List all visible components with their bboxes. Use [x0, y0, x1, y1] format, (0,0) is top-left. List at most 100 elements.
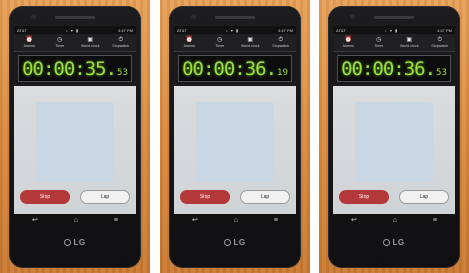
front-camera — [31, 14, 36, 19]
tab-label: Stopwatch — [272, 44, 290, 48]
phone-body: AT&T ♪ ▾ ▮ 4:47 PM ⏰ Alarms ◷ Timer ▣ World… — [169, 6, 301, 268]
earpiece-speaker — [55, 16, 95, 19]
lap-button[interactable]: Lap — [240, 190, 290, 204]
clock-label: 4:47 PM — [118, 27, 133, 33]
tab-timer[interactable]: ◷ Timer — [364, 34, 395, 51]
front-camera — [191, 14, 196, 19]
menu-icon[interactable]: ≡ — [433, 217, 437, 224]
status-bar: AT&T ♪ ▾ ▮ 4:47 PM — [174, 26, 296, 34]
lg-logo-icon — [224, 239, 232, 246]
control-buttons: Stop Lap — [180, 190, 290, 204]
clock-label: 4:47 PM — [437, 27, 452, 33]
stopwatch-body: Stop Lap ↩ ⌂ ≡ — [14, 86, 136, 226]
elapsed-time: 00:00:35. — [22, 58, 117, 80]
tab-alarms[interactable]: ⏰ Alarms — [333, 34, 364, 51]
earpiece-speaker — [215, 16, 255, 19]
back-icon[interactable]: ↩ — [192, 216, 198, 224]
tab-label: Stopwatch — [112, 44, 130, 48]
stop-button[interactable]: Stop — [180, 190, 230, 204]
timer-icon: ◷ — [57, 37, 63, 43]
world-clock-icon: ▣ — [406, 37, 413, 43]
tab-label: World clock — [399, 44, 419, 48]
stop-button[interactable]: Stop — [20, 190, 70, 204]
lap-button[interactable]: Lap — [399, 190, 449, 204]
menu-icon[interactable]: ≡ — [114, 217, 118, 224]
tab-world-clock[interactable]: ▣ World clock — [394, 34, 425, 51]
stopwatch-body: Stop Lap ↩ ⌂ ≡ — [174, 86, 296, 226]
phone-screen: AT&T ♪ ▾ ▮ 4:47 PM ⏰ Alarms ◷ Timer ▣ World… — [174, 26, 296, 226]
tab-label: World clock — [240, 44, 260, 48]
clock-label: 4:47 PM — [278, 27, 293, 33]
tab-label: Alarms — [342, 44, 354, 48]
brand-logo: LG — [328, 238, 460, 247]
status-bar: AT&T ♪ ▾ ▮ 4:47 PM — [14, 26, 136, 34]
status-bar: AT&T ♪ ▾ ▮ 4:47 PM — [333, 26, 455, 34]
tab-label: Alarms — [23, 44, 35, 48]
home-icon[interactable]: ⌂ — [74, 217, 78, 224]
back-icon[interactable]: ↩ — [351, 216, 357, 224]
phone-screen: AT&T ♪ ▾ ▮ 4:47 PM ⏰ Alarms ◷ Timer ▣ World… — [333, 26, 455, 226]
tab-timer[interactable]: ◷ Timer — [205, 34, 236, 51]
tab-label: Timer — [55, 44, 65, 48]
tab-stopwatch[interactable]: ⏱ Stopwatch — [425, 34, 456, 51]
carrier-label: AT&T — [17, 27, 27, 33]
alarm-icon: ⏰ — [185, 37, 193, 43]
elapsed-hundredths: 53 — [436, 68, 447, 78]
tab-stopwatch[interactable]: ⏱ Stopwatch — [106, 34, 137, 51]
elapsed-time: 00:00:36. — [341, 58, 436, 80]
brand-label: LG — [233, 238, 246, 247]
phone-screen: AT&T ♪ ▾ ▮ 4:47 PM ⏰ Alarms ◷ Timer ▣ World… — [14, 26, 136, 226]
home-icon[interactable]: ⌂ — [393, 217, 397, 224]
tab-label: Alarms — [183, 44, 195, 48]
brand-label: LG — [73, 238, 86, 247]
stopwatch-icon: ⏱ — [118, 37, 124, 43]
alarm-icon: ⏰ — [344, 37, 352, 43]
stopwatch-display: 00:00:36. 19 — [178, 55, 292, 82]
tab-timer[interactable]: ◷ Timer — [45, 34, 76, 51]
tab-stopwatch[interactable]: ⏱ Stopwatch — [266, 34, 297, 51]
lap-list-area — [196, 102, 274, 182]
menu-icon[interactable]: ≡ — [274, 217, 278, 224]
back-icon[interactable]: ↩ — [32, 216, 38, 224]
phone-body: AT&T ♪ ▾ ▮ 4:47 PM ⏰ Alarms ◷ Timer ▣ World… — [9, 6, 141, 268]
carrier-label: AT&T — [177, 27, 187, 33]
world-clock-icon: ▣ — [247, 37, 254, 43]
photo-1: AT&T ♪ ▾ ▮ 4:47 PM ⏰ Alarms ◷ Timer ▣ World… — [0, 0, 150, 273]
stopwatch-icon: ⏱ — [278, 37, 284, 43]
lg-logo-icon — [383, 239, 391, 246]
stopwatch-body: Stop Lap ↩ ⌂ ≡ — [333, 86, 455, 226]
elapsed-hundredths: 19 — [277, 68, 288, 78]
tab-alarms[interactable]: ⏰ Alarms — [14, 34, 45, 51]
home-icon[interactable]: ⌂ — [234, 217, 238, 224]
status-icons: ♪ ▾ ▮ — [225, 27, 240, 33]
nav-bar: ↩ ⌂ ≡ — [333, 214, 455, 226]
tab-alarms[interactable]: ⏰ Alarms — [174, 34, 205, 51]
stop-button[interactable]: Stop — [339, 190, 389, 204]
control-buttons: Stop Lap — [20, 190, 130, 204]
lap-button[interactable]: Lap — [80, 190, 130, 204]
control-buttons: Stop Lap — [339, 190, 449, 204]
photo-3: AT&T ♪ ▾ ▮ 4:47 PM ⏰ Alarms ◷ Timer ▣ World… — [319, 0, 469, 273]
brand-logo: LG — [9, 238, 141, 247]
lap-list-area — [355, 102, 433, 182]
stopwatch-icon: ⏱ — [437, 37, 443, 43]
stopwatch-display: 00:00:35. 53 — [18, 55, 132, 82]
brand-label: LG — [392, 238, 405, 247]
timer-icon: ◷ — [376, 37, 382, 43]
brand-logo: LG — [169, 238, 301, 247]
clock-tabs: ⏰ Alarms ◷ Timer ▣ World clock ⏱ Stopwatch — [333, 34, 455, 52]
lg-logo-icon — [64, 239, 72, 246]
nav-bar: ↩ ⌂ ≡ — [14, 214, 136, 226]
lap-list-area — [36, 102, 114, 182]
tab-world-clock[interactable]: ▣ World clock — [235, 34, 266, 51]
tab-world-clock[interactable]: ▣ World clock — [75, 34, 106, 51]
alarm-icon: ⏰ — [25, 37, 33, 43]
clock-tabs: ⏰ Alarms ◷ Timer ▣ World clock ⏱ Stopwatch — [14, 34, 136, 52]
earpiece-speaker — [374, 16, 414, 19]
elapsed-hundredths: 53 — [117, 68, 128, 78]
tab-label: Timer — [215, 44, 225, 48]
clock-tabs: ⏰ Alarms ◷ Timer ▣ World clock ⏱ Stopwatch — [174, 34, 296, 52]
stopwatch-display: 00:00:36. 53 — [337, 55, 451, 82]
world-clock-icon: ▣ — [87, 37, 94, 43]
phone-body: AT&T ♪ ▾ ▮ 4:47 PM ⏰ Alarms ◷ Timer ▣ World… — [328, 6, 460, 268]
